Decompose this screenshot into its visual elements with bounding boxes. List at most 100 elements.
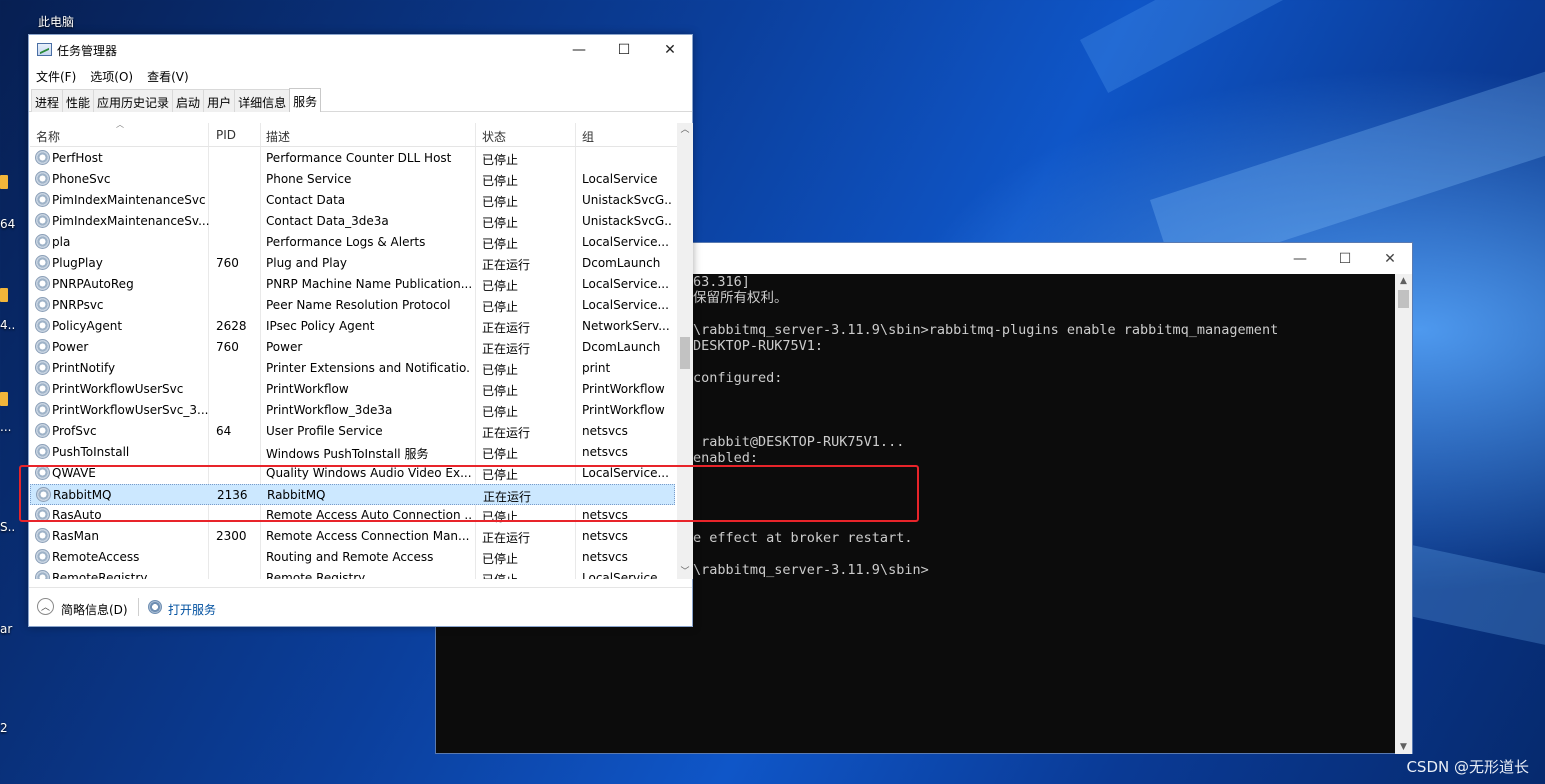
service-pid: 760 — [216, 340, 239, 354]
console-line: configured: — [693, 370, 783, 386]
service-gear-icon — [35, 528, 50, 543]
desktop-folder-icon[interactable] — [0, 175, 8, 189]
table-header: ︿ 名称 PID 描述 状态 组 — [30, 123, 678, 147]
fewer-details-link[interactable]: 简略信息(D) — [61, 601, 128, 618]
table-row[interactable]: RemoteAccess Routing and Remote Access 已停止… — [30, 547, 675, 568]
desktop-icon-fragment[interactable]: 4.. — [0, 318, 15, 332]
scroll-up-arrow-icon[interactable]: ▲ — [1395, 274, 1412, 288]
minimize-button[interactable]: — — [556, 35, 602, 65]
desktop-icon-fragment[interactable]: S.. — [0, 520, 15, 534]
column-header-group[interactable]: 组 — [582, 128, 594, 145]
table-row[interactable]: RemoteRegistry Remote Registry 已停止 LocalSer… — [30, 568, 675, 579]
table-row[interactable]: PolicyAgent 2628 IPsec Policy Agent 正在运行 Net… — [30, 316, 675, 337]
desktop-icon-this-pc-label[interactable]: 此电脑 — [38, 13, 74, 30]
table-row[interactable]: ProfSvc 64 User Profile Service 正在运行 netsvcs — [30, 421, 675, 442]
tab-users[interactable]: 用户 — [203, 89, 236, 112]
table-row[interactable]: RasMan 2300 Remote Access Connection Man..… — [30, 526, 675, 547]
tab-performance[interactable]: 性能 — [62, 89, 95, 112]
task-manager-window: 任务管理器 — ☐ ✕ 文件(F) 选项(O) 查看(V) 进程 性能 应用历史… — [28, 34, 693, 627]
service-pid: 760 — [216, 256, 239, 270]
table-row[interactable]: PimIndexMaintenanceSv... Contact Data_3de… — [30, 211, 675, 232]
column-header-status[interactable]: 状态 — [482, 128, 506, 145]
table-row[interactable]: PimIndexMaintenanceSvc Contact Data 已停止 Uni… — [30, 190, 675, 211]
service-name: PerfHost — [52, 151, 103, 165]
service-name: PushToInstall — [52, 445, 130, 459]
service-description: Remote Registry — [266, 571, 366, 579]
close-button[interactable]: ✕ — [647, 35, 693, 65]
chevron-up-icon[interactable]: ︿ — [37, 598, 54, 615]
table-row[interactable]: PushToInstall Windows PushToInstall 服务 已停止… — [30, 442, 675, 463]
service-name: PhoneSvc — [52, 172, 111, 186]
table-row[interactable]: PNRPsvc Peer Name Resolution Protocol 已停止 L… — [30, 295, 675, 316]
task-manager-titlebar[interactable]: 任务管理器 — ☐ ✕ — [29, 35, 692, 65]
table-row[interactable]: PrintWorkflowUserSvc PrintWorkflow 已停止 Prin… — [30, 379, 675, 400]
console-line: enabled: — [693, 450, 759, 466]
table-row[interactable]: pla Performance Logs & Alerts 已停止 LocalServ… — [30, 232, 675, 253]
desktop-icon-fragment[interactable]: ... — [0, 420, 11, 434]
tab-app-history[interactable]: 应用历史记录 — [93, 89, 174, 112]
table-row[interactable]: PNRPAutoReg PNRP Machine Name Publication… — [30, 274, 675, 295]
table-row[interactable]: PrintWorkflowUserSvc_3... PrintWorkflow_3… — [30, 400, 675, 421]
table-row[interactable]: PrintNotify Printer Extensions and Notifi… — [30, 358, 675, 379]
watermark: CSDN @无形道长 — [1406, 758, 1529, 776]
desktop-folder-icon[interactable] — [0, 392, 8, 406]
service-description: Remote Access Connection Man... — [266, 529, 470, 543]
service-group: print — [582, 361, 611, 375]
scrollbar-thumb[interactable] — [1398, 290, 1409, 308]
service-group: netsvcs — [582, 529, 628, 543]
column-header-pid[interactable]: PID — [216, 128, 236, 142]
column-header-name[interactable]: 名称 — [36, 128, 60, 145]
service-status: 已停止 — [482, 300, 519, 314]
menu-view[interactable]: 查看(V) — [140, 65, 196, 87]
service-group: DcomLaunch — [582, 340, 661, 354]
console-minimize-button[interactable]: — — [1277, 243, 1323, 274]
table-row[interactable]: PerfHost Performance Counter DLL Host 已停止 — [30, 148, 675, 169]
service-status: 已停止 — [482, 153, 519, 167]
tab-details[interactable]: 详细信息 — [234, 89, 291, 112]
console-line: e effect at broker restart. — [693, 530, 913, 546]
service-description: PNRP Machine Name Publication... — [266, 277, 471, 291]
console-scrollbar[interactable]: ▲ ▼ — [1395, 274, 1412, 754]
service-description: PrintWorkflow — [266, 382, 349, 396]
table-row[interactable]: Power 760 Power 正在运行 DcomLaunch — [30, 337, 675, 358]
console-close-button[interactable]: ✕ — [1367, 243, 1413, 274]
scrollbar-thumb[interactable] — [680, 337, 690, 369]
service-description: Performance Counter DLL Host — [266, 151, 452, 165]
service-group: LocalService... — [582, 298, 669, 312]
desktop-icon-fragment[interactable]: 64 — [0, 217, 15, 231]
desktop-icon-fragment[interactable]: 2 — [0, 721, 8, 735]
service-group: LocalService — [582, 571, 658, 579]
menu-options[interactable]: 选项(O) — [83, 65, 140, 87]
table-row[interactable]: PhoneSvc Phone Service 已停止 LocalService — [30, 169, 675, 190]
service-status: 已停止 — [482, 405, 519, 419]
service-name: PrintWorkflowUserSvc — [52, 382, 184, 396]
column-header-description[interactable]: 描述 — [266, 128, 290, 145]
sort-ascending-icon: ︿ — [116, 123, 124, 129]
service-name: PrintWorkflowUserSvc_3... — [52, 403, 209, 417]
tab-processes[interactable]: 进程 — [31, 89, 64, 112]
desktop-folder-icon[interactable] — [0, 288, 8, 302]
service-status: 已停止 — [482, 279, 519, 293]
scroll-down-arrow-icon[interactable]: ▼ — [1395, 740, 1412, 754]
scroll-up-arrow-icon[interactable]: ︿ — [677, 123, 693, 137]
service-name: PlugPlay — [52, 256, 103, 270]
services-gear-icon[interactable] — [148, 600, 162, 614]
scroll-down-arrow-icon[interactable]: ﹀ — [677, 565, 693, 579]
tab-services[interactable]: 服务 — [289, 88, 322, 112]
service-gear-icon — [35, 549, 50, 564]
desktop-icon-fragment[interactable]: ar — [0, 622, 12, 636]
service-description: Windows PushToInstall 服务 — [266, 447, 429, 461]
service-status: 已停止 — [482, 571, 572, 579]
service-name: Power — [52, 340, 89, 354]
service-pid: 2628 — [216, 319, 247, 333]
table-row[interactable]: PlugPlay 760 Plug and Play 正在运行 DcomLaunch — [30, 253, 675, 274]
open-services-link[interactable]: 打开服务 — [168, 601, 216, 618]
console-maximize-button[interactable]: ☐ — [1322, 243, 1368, 274]
menu-file[interactable]: 文件(F) — [29, 65, 83, 87]
tab-startup[interactable]: 启动 — [172, 89, 205, 112]
service-group: UnistackSvcG... — [582, 193, 672, 207]
console-line: 63.316] — [693, 274, 750, 290]
service-gear-icon — [35, 360, 50, 375]
maximize-button[interactable]: ☐ — [601, 35, 647, 65]
service-group: PrintWorkflow — [582, 382, 665, 396]
